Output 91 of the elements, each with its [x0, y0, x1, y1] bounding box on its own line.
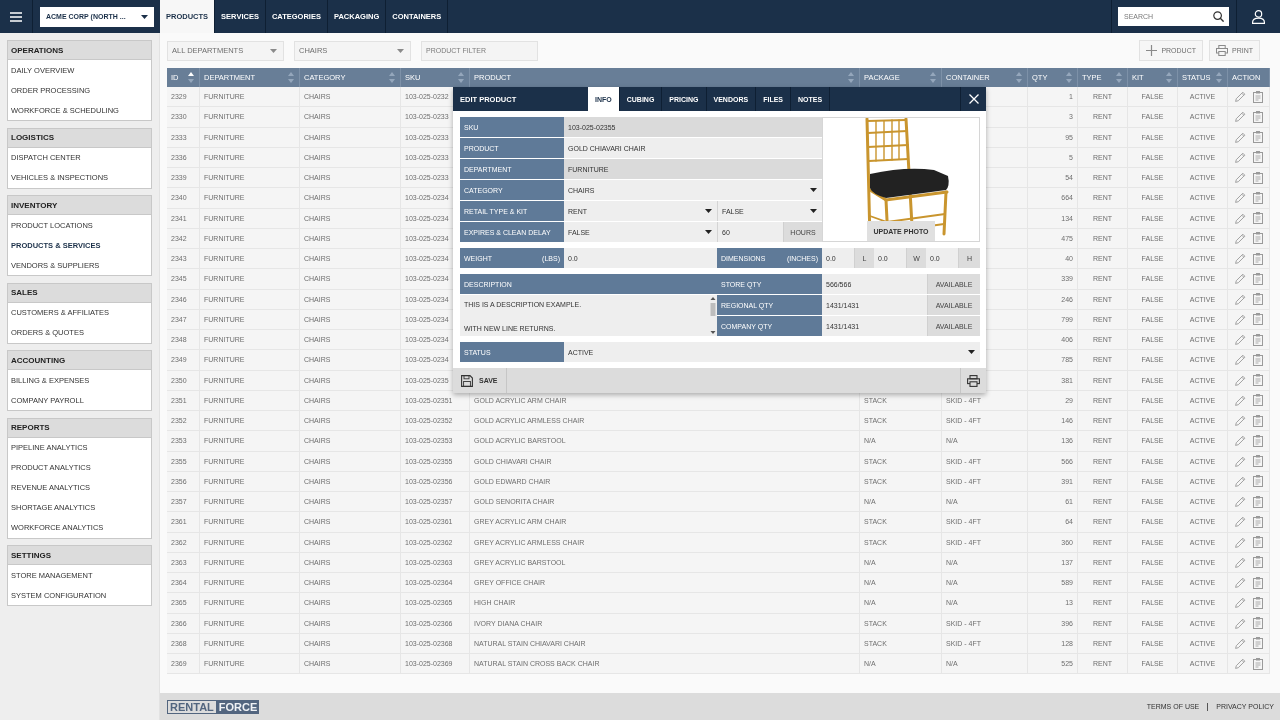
- pencil-icon[interactable]: [1234, 172, 1246, 184]
- clipboard-icon[interactable]: [1252, 394, 1263, 407]
- clipboard-icon[interactable]: [1252, 434, 1263, 447]
- sort-icon[interactable]: [930, 72, 936, 83]
- pencil-icon[interactable]: [1234, 617, 1246, 629]
- scrollbar[interactable]: [709, 295, 717, 336]
- pencil-icon[interactable]: [1234, 192, 1246, 204]
- caret-icon[interactable]: [705, 230, 712, 234]
- clipboard-icon[interactable]: [1252, 455, 1263, 468]
- sort-icon[interactable]: [288, 72, 294, 83]
- clipboard-icon[interactable]: [1252, 617, 1263, 630]
- clipboard-icon[interactable]: [1252, 191, 1263, 204]
- sort-icon[interactable]: [1066, 72, 1072, 83]
- clipboard-icon[interactable]: [1252, 293, 1263, 306]
- clipboard-icon[interactable]: [1252, 151, 1263, 164]
- pencil-icon[interactable]: [1234, 577, 1246, 589]
- sort-icon[interactable]: [848, 72, 854, 83]
- pencil-icon[interactable]: [1234, 475, 1246, 487]
- printer-icon[interactable]: [967, 374, 980, 387]
- save-icon[interactable]: [461, 374, 473, 387]
- clipboard-icon[interactable]: [1252, 110, 1263, 123]
- pencil-icon[interactable]: [1234, 455, 1246, 467]
- sort-icon[interactable]: [1166, 72, 1172, 83]
- caret-icon[interactable]: [810, 209, 817, 213]
- pencil-icon[interactable]: [1234, 658, 1246, 670]
- pencil-icon[interactable]: [1234, 334, 1246, 346]
- brand-logo: RENTAL FORCE: [167, 699, 260, 714]
- sort-icon[interactable]: [458, 72, 464, 83]
- clipboard-icon[interactable]: [1252, 90, 1263, 103]
- clipboard-icon[interactable]: [1252, 333, 1263, 346]
- clipboard-icon[interactable]: [1252, 515, 1263, 528]
- sort-icon[interactable]: [1016, 72, 1022, 83]
- section-header: SALES: [7, 282, 152, 303]
- pencil-icon[interactable]: [1234, 415, 1246, 427]
- clipboard-icon[interactable]: [1252, 374, 1263, 387]
- sort-icon[interactable]: [1216, 72, 1222, 83]
- pencil-icon[interactable]: [1234, 232, 1246, 244]
- pencil-icon[interactable]: [1234, 111, 1246, 123]
- caret-icon[interactable]: [968, 350, 975, 354]
- pencil-icon[interactable]: [1234, 293, 1246, 305]
- plus-icon[interactable]: [1146, 45, 1158, 56]
- pencil-icon[interactable]: [1234, 313, 1246, 325]
- section-header: ACCOUNTING: [7, 350, 152, 370]
- pencil-icon[interactable]: [1234, 556, 1246, 568]
- section-header: SETTINGS: [7, 545, 152, 565]
- clipboard-icon[interactable]: [1252, 536, 1263, 549]
- pencil-icon[interactable]: [1234, 597, 1246, 609]
- section-header: REPORTS: [7, 417, 152, 438]
- caret-icon[interactable]: [810, 188, 817, 192]
- section-header: LOGISTICS: [7, 127, 152, 148]
- caret-icon[interactable]: [141, 14, 148, 19]
- pencil-icon[interactable]: [1234, 91, 1246, 103]
- section-header: INVENTORY: [7, 195, 152, 215]
- pencil-icon[interactable]: [1234, 131, 1246, 143]
- clipboard-icon[interactable]: [1252, 272, 1263, 285]
- close-icon[interactable]: [968, 94, 979, 104]
- clipboard-icon[interactable]: [1252, 495, 1263, 508]
- clipboard-icon[interactable]: [1252, 556, 1263, 569]
- sort-icon[interactable]: [188, 72, 194, 83]
- sort-icon[interactable]: [389, 72, 395, 83]
- clipboard-icon[interactable]: [1252, 637, 1263, 650]
- clipboard-icon[interactable]: [1252, 131, 1263, 144]
- clipboard-icon[interactable]: [1252, 171, 1263, 184]
- sort-icon[interactable]: [1116, 72, 1122, 83]
- pencil-icon[interactable]: [1234, 151, 1246, 163]
- search-icon[interactable]: [1213, 11, 1224, 22]
- pencil-icon[interactable]: [1234, 496, 1246, 508]
- pencil-icon[interactable]: [1234, 354, 1246, 366]
- pencil-icon[interactable]: [1234, 435, 1246, 447]
- menu-icon[interactable]: [10, 11, 22, 22]
- section-header: OPERATIONS: [7, 40, 152, 60]
- pencil-icon[interactable]: [1234, 374, 1246, 386]
- clipboard-icon[interactable]: [1252, 232, 1263, 245]
- pencil-icon[interactable]: [1234, 516, 1246, 528]
- pencil-icon[interactable]: [1234, 253, 1246, 265]
- clipboard-icon[interactable]: [1252, 475, 1263, 488]
- pencil-icon[interactable]: [1234, 212, 1246, 224]
- clipboard-icon[interactable]: [1252, 657, 1263, 670]
- user-icon[interactable]: [1252, 9, 1265, 24]
- pencil-icon[interactable]: [1234, 394, 1246, 406]
- caret-icon[interactable]: [705, 209, 712, 213]
- pencil-icon[interactable]: [1234, 637, 1246, 649]
- clipboard-icon[interactable]: [1252, 596, 1263, 609]
- clipboard-icon[interactable]: [1252, 212, 1263, 225]
- clipboard-icon[interactable]: [1252, 576, 1263, 589]
- clipboard-icon[interactable]: [1252, 313, 1263, 326]
- clipboard-icon[interactable]: [1252, 414, 1263, 427]
- clipboard-icon[interactable]: [1252, 353, 1263, 366]
- pencil-icon[interactable]: [1234, 536, 1246, 548]
- clipboard-icon[interactable]: [1252, 252, 1263, 265]
- pencil-icon[interactable]: [1234, 273, 1246, 285]
